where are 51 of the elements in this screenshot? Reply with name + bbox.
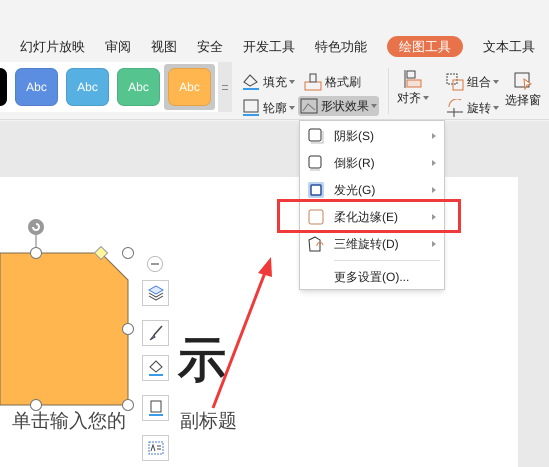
effects-icon (300, 97, 318, 115)
float-toolbar-button[interactable] (142, 280, 169, 306)
gallery-more-icon[interactable] (222, 84, 228, 90)
ribbon-tab[interactable]: 审阅 (105, 36, 131, 56)
float-toolbar-button[interactable] (142, 435, 169, 461)
ribbon-tab[interactable]: 幻灯片放映 (20, 36, 85, 56)
ribbon-tab[interactable]: 视图 (151, 36, 177, 56)
menu-item[interactable]: 柔化边缘(E) (300, 208, 444, 226)
rotate-handle-icon[interactable] (27, 218, 45, 247)
float-toolbar-button[interactable] (142, 395, 169, 421)
adjust-handle[interactable] (94, 246, 108, 260)
ribbon-tab[interactable]: 安全 (197, 36, 223, 56)
rotate-icon (446, 99, 464, 117)
glow-icon (308, 182, 324, 198)
menu-item[interactable]: 阴影(S) (300, 127, 444, 145)
group-icon (446, 73, 464, 91)
brush-icon (148, 325, 164, 341)
cut-corner-shape[interactable] (0, 252, 130, 406)
layers-icon (148, 285, 164, 301)
format-painter-button[interactable]: 格式刷 (302, 72, 363, 92)
outline-icon (242, 99, 260, 117)
float-toolbar-button[interactable] (142, 355, 169, 381)
menu-item[interactable]: 倒影(R) (300, 154, 444, 172)
float-toolbar-button[interactable] (142, 320, 169, 346)
pane-button[interactable]: 选择窗 (504, 72, 542, 108)
collapse-icon[interactable] (147, 256, 163, 272)
align-icon (404, 70, 422, 88)
slide-title: 示 (178, 337, 226, 385)
soft-edge-icon (308, 209, 324, 225)
slide-subtitle: 单击输入您的 (12, 411, 126, 433)
slide-subtitle: 副标题 (180, 411, 237, 433)
menu-item[interactable]: 更多设置(O)... (300, 268, 444, 286)
menu-item[interactable]: 发光(G) (300, 181, 444, 199)
text-box-icon (148, 440, 164, 456)
reflection-icon (308, 155, 324, 171)
pane-icon (514, 72, 532, 90)
outline-color-icon (148, 400, 164, 416)
menu-item[interactable]: 三维旋转(D) (300, 235, 444, 253)
rotate-button[interactable]: 旋转 (444, 98, 501, 118)
shadow-icon (308, 128, 324, 144)
fill-button[interactable]: 填充 (240, 72, 297, 92)
effects-button[interactable]: 形状效果 (298, 96, 379, 116)
ribbon-tab[interactable]: 开发工具 (243, 36, 295, 56)
rotate3d-icon (308, 236, 324, 252)
ribbon-tab[interactable]: 特色功能 (315, 36, 367, 56)
ribbon-tab[interactable]: 文本工具 (483, 36, 535, 56)
align-button[interactable]: 对齐 (396, 70, 430, 106)
group-button[interactable]: 组合 (444, 72, 501, 92)
format-painter-icon (304, 73, 322, 91)
fill-icon (242, 73, 260, 91)
fill-color-icon (148, 360, 164, 376)
